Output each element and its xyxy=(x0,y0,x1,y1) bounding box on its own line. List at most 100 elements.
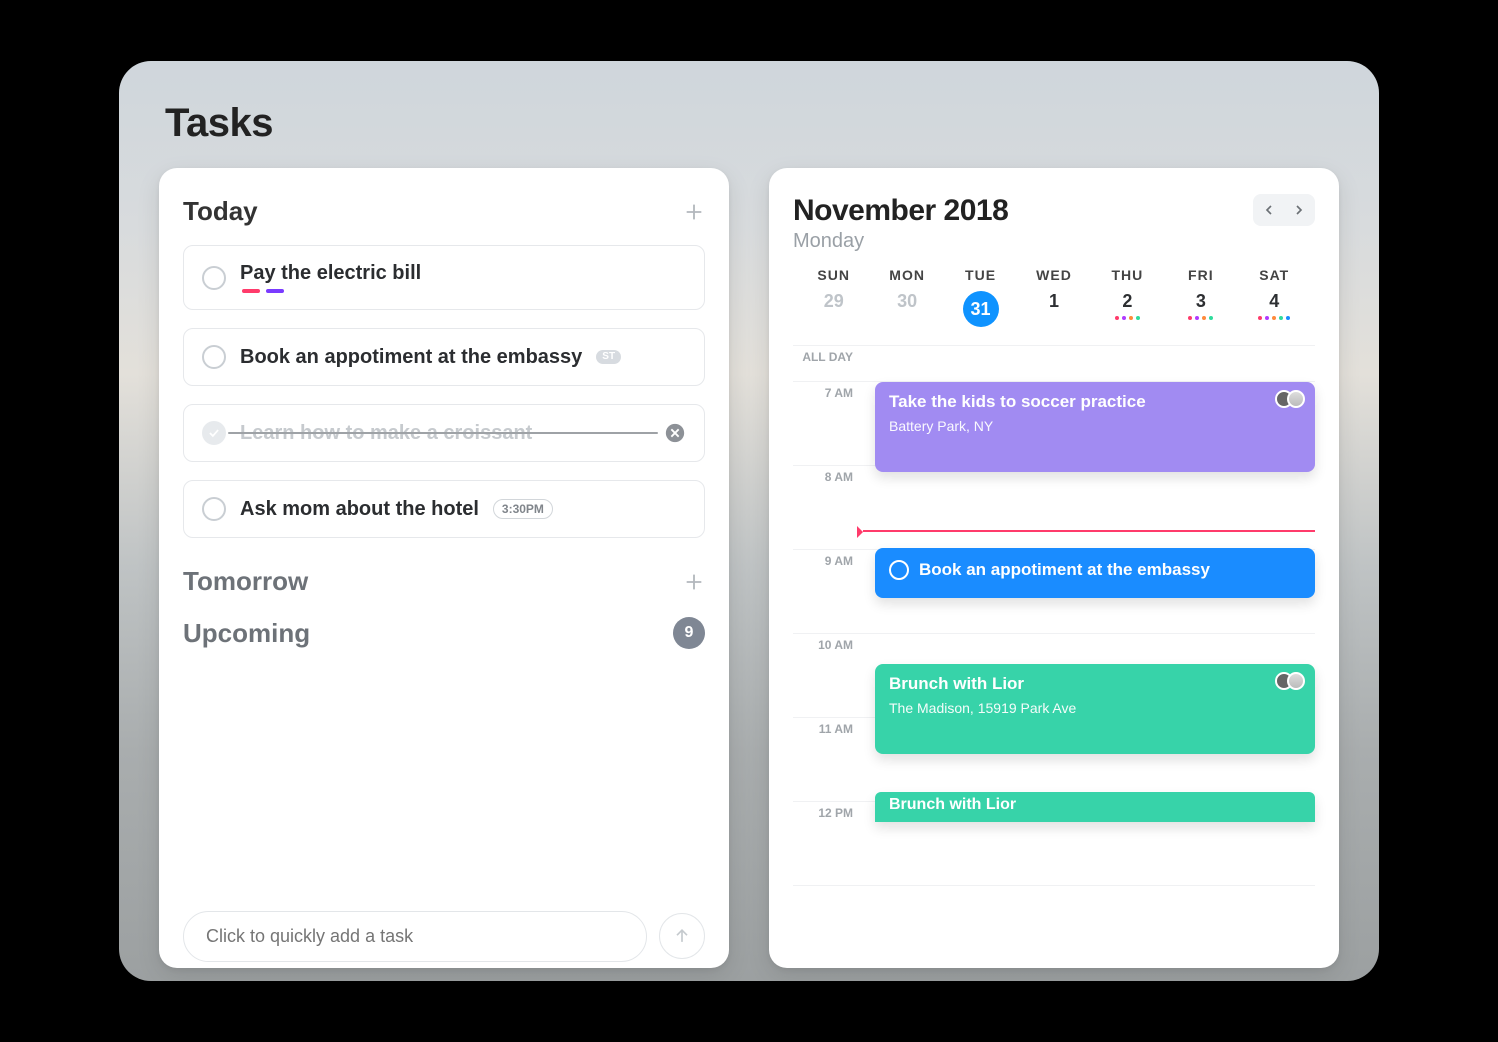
task-item[interactable]: Ask mom about the hotel 3:30PM xyxy=(183,480,705,538)
tasks-panel: Today Pay the electric bill xyxy=(159,168,729,968)
event-avatars xyxy=(1281,390,1305,408)
date-num: 3 xyxy=(1196,291,1206,312)
date-cell[interactable]: 3 xyxy=(1164,291,1237,327)
calendar-event[interactable]: Brunch with Lior xyxy=(875,792,1315,822)
dates-row: 29 30 31 1 2 3 4 xyxy=(793,291,1315,327)
time-label: 12 PM xyxy=(793,802,863,885)
event-ring-icon xyxy=(889,560,909,580)
date-dots xyxy=(1258,316,1290,320)
task-checkbox[interactable] xyxy=(202,497,226,521)
calendar-panel: November 2018 Monday SUN MON TUE WED T xyxy=(769,168,1339,968)
date-cell[interactable]: 4 xyxy=(1238,291,1311,327)
today-header: Today xyxy=(183,196,705,227)
tomorrow-title: Tomorrow xyxy=(183,566,308,597)
weekday-label: SUN xyxy=(797,267,870,283)
time-label: 8 AM xyxy=(793,466,863,549)
time-row-all-day: ALL DAY xyxy=(793,346,1315,382)
task-checkbox-done[interactable] xyxy=(202,421,226,445)
task-checkbox[interactable] xyxy=(202,266,226,290)
task-checkbox[interactable] xyxy=(202,345,226,369)
plus-icon xyxy=(683,201,705,223)
timeline: ALL DAY 7 AM 8 AM 9 AM 10 AM 11 AM 12 PM… xyxy=(793,345,1315,886)
calendar-month: November 2018 xyxy=(793,194,1008,228)
quick-add-submit[interactable] xyxy=(659,913,705,959)
event-title: Book an appotiment at the embassy xyxy=(919,560,1210,580)
tag-dot-purple xyxy=(266,289,284,293)
date-cell[interactable]: 30 xyxy=(870,291,943,327)
task-body: Pay the electric bill xyxy=(240,262,421,293)
event-subtitle: The Madison, 15919 Park Ave xyxy=(889,700,1301,716)
weekday-label: THU xyxy=(1091,267,1164,283)
page-title: Tasks xyxy=(165,101,1339,146)
plus-icon xyxy=(683,571,705,593)
date-dots xyxy=(1188,316,1213,320)
all-day-label: ALL DAY xyxy=(793,346,863,381)
calendar-next-button[interactable] xyxy=(1285,196,1313,224)
event-title: Brunch with Lior xyxy=(889,796,1301,814)
date-num: 30 xyxy=(897,291,917,312)
task-title: Book an appotiment at the embassy xyxy=(240,346,582,369)
task-badge: ST xyxy=(596,350,621,364)
quick-add-wrap xyxy=(183,892,705,968)
event-subtitle: Battery Park, NY xyxy=(889,418,1301,434)
today-title: Today xyxy=(183,196,258,227)
add-tomorrow-button[interactable] xyxy=(683,571,705,593)
weekday-label: SAT xyxy=(1238,267,1311,283)
task-title: Ask mom about the hotel xyxy=(240,498,479,521)
calendar-event[interactable]: Book an appotiment at the embassy xyxy=(875,548,1315,598)
weekday-label: WED xyxy=(1017,267,1090,283)
date-num: 1 xyxy=(1049,291,1059,312)
task-item-completed[interactable]: Learn how to make a croissant xyxy=(183,404,705,462)
event-title: Take the kids to soccer practice xyxy=(889,392,1301,412)
date-num: 4 xyxy=(1269,291,1279,312)
date-cell[interactable]: 1 xyxy=(1017,291,1090,327)
upcoming-header: Upcoming 9 xyxy=(183,617,705,649)
task-title: Pay the electric bill xyxy=(240,262,421,285)
chevron-left-icon xyxy=(1261,202,1277,218)
weekday-row: SUN MON TUE WED THU FRI SAT xyxy=(793,267,1315,283)
tomorrow-header: Tomorrow xyxy=(183,566,705,597)
task-time-chip: 3:30PM xyxy=(493,499,553,519)
event-avatars xyxy=(1281,672,1305,690)
app-window: Tasks Today Pay the electric bill xyxy=(119,61,1379,981)
task-item[interactable]: Pay the electric bill xyxy=(183,245,705,310)
task-strike xyxy=(228,432,658,434)
time-label: 10 AM xyxy=(793,634,863,717)
weekday-label: TUE xyxy=(944,267,1017,283)
date-num: 29 xyxy=(824,291,844,312)
calendar-event[interactable]: Take the kids to soccer practice Battery… xyxy=(875,382,1315,472)
task-tags xyxy=(242,289,421,293)
event-title: Brunch with Lior xyxy=(889,674,1301,694)
calendar-prev-button[interactable] xyxy=(1255,196,1283,224)
time-label: 11 AM xyxy=(793,718,863,801)
upcoming-title: Upcoming xyxy=(183,618,310,649)
calendar-event[interactable]: Brunch with Lior The Madison, 15919 Park… xyxy=(875,664,1315,754)
date-dots xyxy=(1115,316,1140,320)
columns: Today Pay the electric bill xyxy=(159,168,1339,968)
delete-task-button[interactable] xyxy=(664,422,686,444)
date-cell-selected[interactable]: 31 xyxy=(944,291,1017,327)
time-label: 9 AM xyxy=(793,550,863,633)
arrow-up-icon xyxy=(672,926,692,946)
time-label: 7 AM xyxy=(793,382,863,465)
date-num: 2 xyxy=(1122,291,1132,312)
tag-dot-pink xyxy=(242,289,260,293)
calendar-nav xyxy=(1253,194,1315,226)
date-num: 31 xyxy=(963,291,999,327)
date-cell[interactable]: 2 xyxy=(1091,291,1164,327)
quick-add-input[interactable] xyxy=(183,911,647,962)
check-icon xyxy=(207,426,221,440)
calendar-dow: Monday xyxy=(793,230,1008,253)
events-layer: Take the kids to soccer practice Battery… xyxy=(863,382,1315,886)
add-today-button[interactable] xyxy=(683,201,705,223)
calendar-header: November 2018 Monday xyxy=(793,194,1315,253)
weekday-label: MON xyxy=(870,267,943,283)
close-circle-icon xyxy=(664,422,686,444)
upcoming-count-badge: 9 xyxy=(673,617,705,649)
event-row: Book an appotiment at the embassy xyxy=(889,560,1301,580)
calendar-title-block: November 2018 Monday xyxy=(793,194,1008,253)
task-item[interactable]: Book an appotiment at the embassy ST xyxy=(183,328,705,386)
date-cell[interactable]: 29 xyxy=(797,291,870,327)
chevron-right-icon xyxy=(1291,202,1307,218)
weekday-label: FRI xyxy=(1164,267,1237,283)
